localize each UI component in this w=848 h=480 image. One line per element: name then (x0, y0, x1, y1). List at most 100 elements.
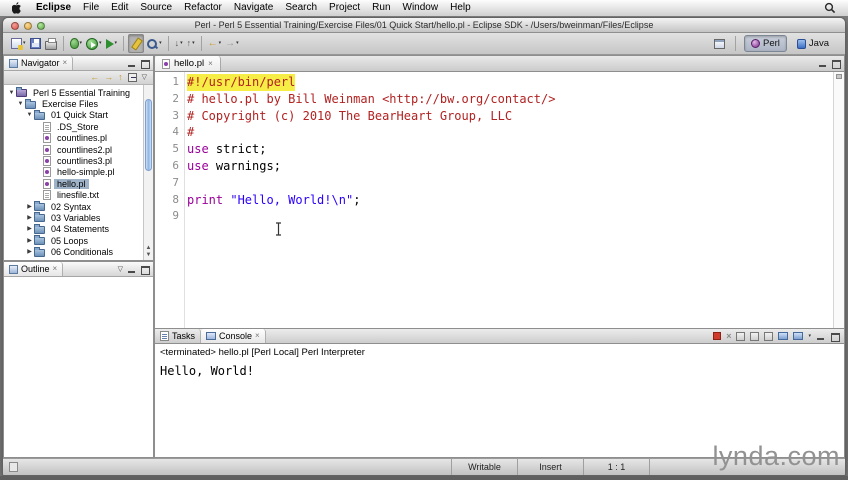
tree-row[interactable]: hello-simple.pl (4, 167, 143, 178)
chevron-down-icon[interactable]: ▾ (236, 41, 239, 46)
menu-item[interactable]: Help (444, 0, 477, 16)
code-line[interactable]: print "Hello, World!\n"; (187, 192, 830, 209)
menu-item[interactable]: Edit (105, 0, 134, 16)
close-icon[interactable]: × (208, 59, 213, 68)
remove-launch-icon[interactable]: × (726, 331, 731, 341)
tab-navigator[interactable]: Navigator × (4, 56, 74, 70)
tree-expander-icon[interactable] (25, 249, 34, 255)
menu-item[interactable]: Eclipse (30, 0, 77, 16)
tree-row[interactable]: 06 Conditionals (4, 246, 143, 257)
maximize-icon[interactable] (830, 332, 840, 342)
menu-item[interactable]: Navigate (228, 0, 279, 16)
scroll-up-icon[interactable]: ▲ (144, 245, 153, 252)
clear-console-icon[interactable] (736, 331, 746, 341)
menu-item[interactable]: Run (366, 0, 396, 16)
perspective-java-button[interactable]: Java (791, 35, 835, 52)
scroll-down-icon[interactable]: ▼ (144, 252, 153, 259)
tree-row[interactable]: 02 Syntax (4, 201, 143, 212)
view-menu-icon[interactable]: ▽ (142, 74, 147, 81)
next-annotation-button[interactable]: ↓ ▾ (173, 34, 185, 53)
back-icon[interactable]: ← (90, 73, 99, 82)
maximize-icon[interactable] (140, 59, 150, 69)
external-tools-button[interactable]: ▾ (104, 34, 120, 53)
tree-expander-icon[interactable] (25, 204, 34, 210)
forward-button[interactable]: → ▾ (223, 34, 241, 53)
tree-row[interactable]: 01 Quick Start (4, 109, 143, 121)
editor-code[interactable]: #!/usr/bin/perl # hello.pl by Bill Weinma… (185, 72, 844, 328)
tree-row[interactable]: countlines2.pl (4, 144, 143, 155)
chevron-down-icon[interactable]: ▾ (219, 41, 222, 46)
menu-item[interactable]: Refactor (178, 0, 228, 16)
up-icon[interactable]: ↑ (118, 73, 123, 82)
debug-button[interactable]: ▾ (68, 34, 85, 53)
close-icon[interactable]: × (63, 59, 68, 67)
run-button[interactable]: ▾ (84, 34, 104, 53)
menu-item[interactable]: Source (134, 0, 178, 16)
menu-item[interactable]: Project (323, 0, 366, 16)
open-perspective-button[interactable] (712, 34, 727, 53)
close-icon[interactable]: × (255, 332, 260, 340)
terminate-icon[interactable] (713, 332, 722, 340)
tree-row[interactable]: linesfile.txt (4, 190, 143, 201)
title-bar[interactable]: Perl - Perl 5 Essential Training/Exercis… (3, 18, 845, 33)
overview-ruler[interactable] (833, 72, 844, 328)
open-console-icon[interactable] (793, 332, 804, 340)
menu-item[interactable]: File (77, 0, 105, 16)
chevron-down-icon[interactable]: ▾ (808, 333, 811, 339)
maximize-icon[interactable] (140, 265, 150, 275)
code-line[interactable]: # (187, 124, 830, 141)
chevron-down-icon[interactable]: ▾ (159, 41, 162, 46)
search-button[interactable]: ▾ (144, 34, 164, 53)
chevron-down-icon[interactable]: ▾ (180, 41, 183, 46)
code-line[interactable]: # hello.pl by Bill Weinman <http://bw.or… (187, 91, 830, 108)
code-line[interactable]: use strict; (187, 141, 830, 158)
tree-expander-icon[interactable] (16, 101, 25, 107)
tree-expander-icon[interactable] (7, 90, 16, 96)
statusbar-icon[interactable] (9, 462, 18, 472)
chevron-down-icon[interactable]: ▾ (192, 41, 195, 46)
overview-annotation[interactable] (836, 74, 842, 79)
minimize-window-button[interactable] (24, 22, 32, 30)
display-selected-console-icon[interactable] (778, 332, 789, 340)
chevron-down-icon[interactable]: ▾ (115, 41, 118, 46)
save-button[interactable] (28, 34, 43, 53)
pin-console-icon[interactable] (764, 331, 774, 341)
tree-row[interactable]: countlines3.pl (4, 155, 143, 167)
back-button[interactable]: ← ▾ (206, 34, 224, 53)
tree-expander-icon[interactable] (25, 215, 34, 221)
code-line[interactable] (187, 208, 830, 225)
maximize-icon[interactable] (831, 59, 841, 69)
tree-expander-icon[interactable] (25, 238, 34, 244)
code-line[interactable]: use warnings; (187, 158, 830, 175)
perspective-perl-button[interactable]: Perl (744, 35, 787, 52)
tab-hello-pl[interactable]: hello.pl × (155, 56, 221, 71)
tree-row[interactable]: Exercise Files (4, 98, 143, 109)
navigator-scrollbar[interactable]: ▲ ▼ (143, 85, 153, 260)
tree-expander-icon[interactable] (25, 226, 34, 232)
tree-expander-icon[interactable] (25, 112, 34, 118)
chevron-down-icon[interactable]: ▾ (99, 41, 102, 46)
tree-row[interactable]: hello.pl (4, 178, 143, 189)
menu-item[interactable]: Search (279, 0, 323, 16)
minimize-icon[interactable] (818, 59, 827, 68)
tree-row[interactable]: .DS_Store (4, 121, 143, 132)
print-button[interactable] (43, 34, 59, 53)
minimize-icon[interactable] (816, 332, 825, 341)
tree-row[interactable]: Perl 5 Essential Training (4, 87, 143, 98)
close-window-button[interactable] (11, 22, 19, 30)
tree-row[interactable]: 03 Variables (4, 212, 143, 223)
scroll-lock-icon[interactable] (750, 331, 760, 341)
editor-gutter[interactable]: 1 2 3 4 5 6 7 8 9 (155, 72, 185, 328)
toggle-mark-occurrences-button[interactable] (128, 34, 145, 53)
view-menu-icon[interactable]: ▽ (118, 266, 123, 273)
tab-console[interactable]: Console × (201, 329, 266, 343)
editor-area[interactable]: 1 2 3 4 5 6 7 8 9 #!/usr/bin/perl # hello.pl by B… (154, 72, 845, 328)
tree-row[interactable]: countlines.pl (4, 133, 143, 144)
new-wizard-button[interactable]: ▾ (9, 34, 28, 53)
zoom-window-button[interactable] (37, 22, 45, 30)
apple-icon[interactable] (12, 2, 22, 14)
spotlight-search-icon[interactable] (824, 2, 836, 14)
tree-row[interactable]: 04 Statements (4, 223, 143, 235)
code-line[interactable] (187, 175, 830, 192)
tree-row[interactable]: 05 Loops (4, 235, 143, 246)
